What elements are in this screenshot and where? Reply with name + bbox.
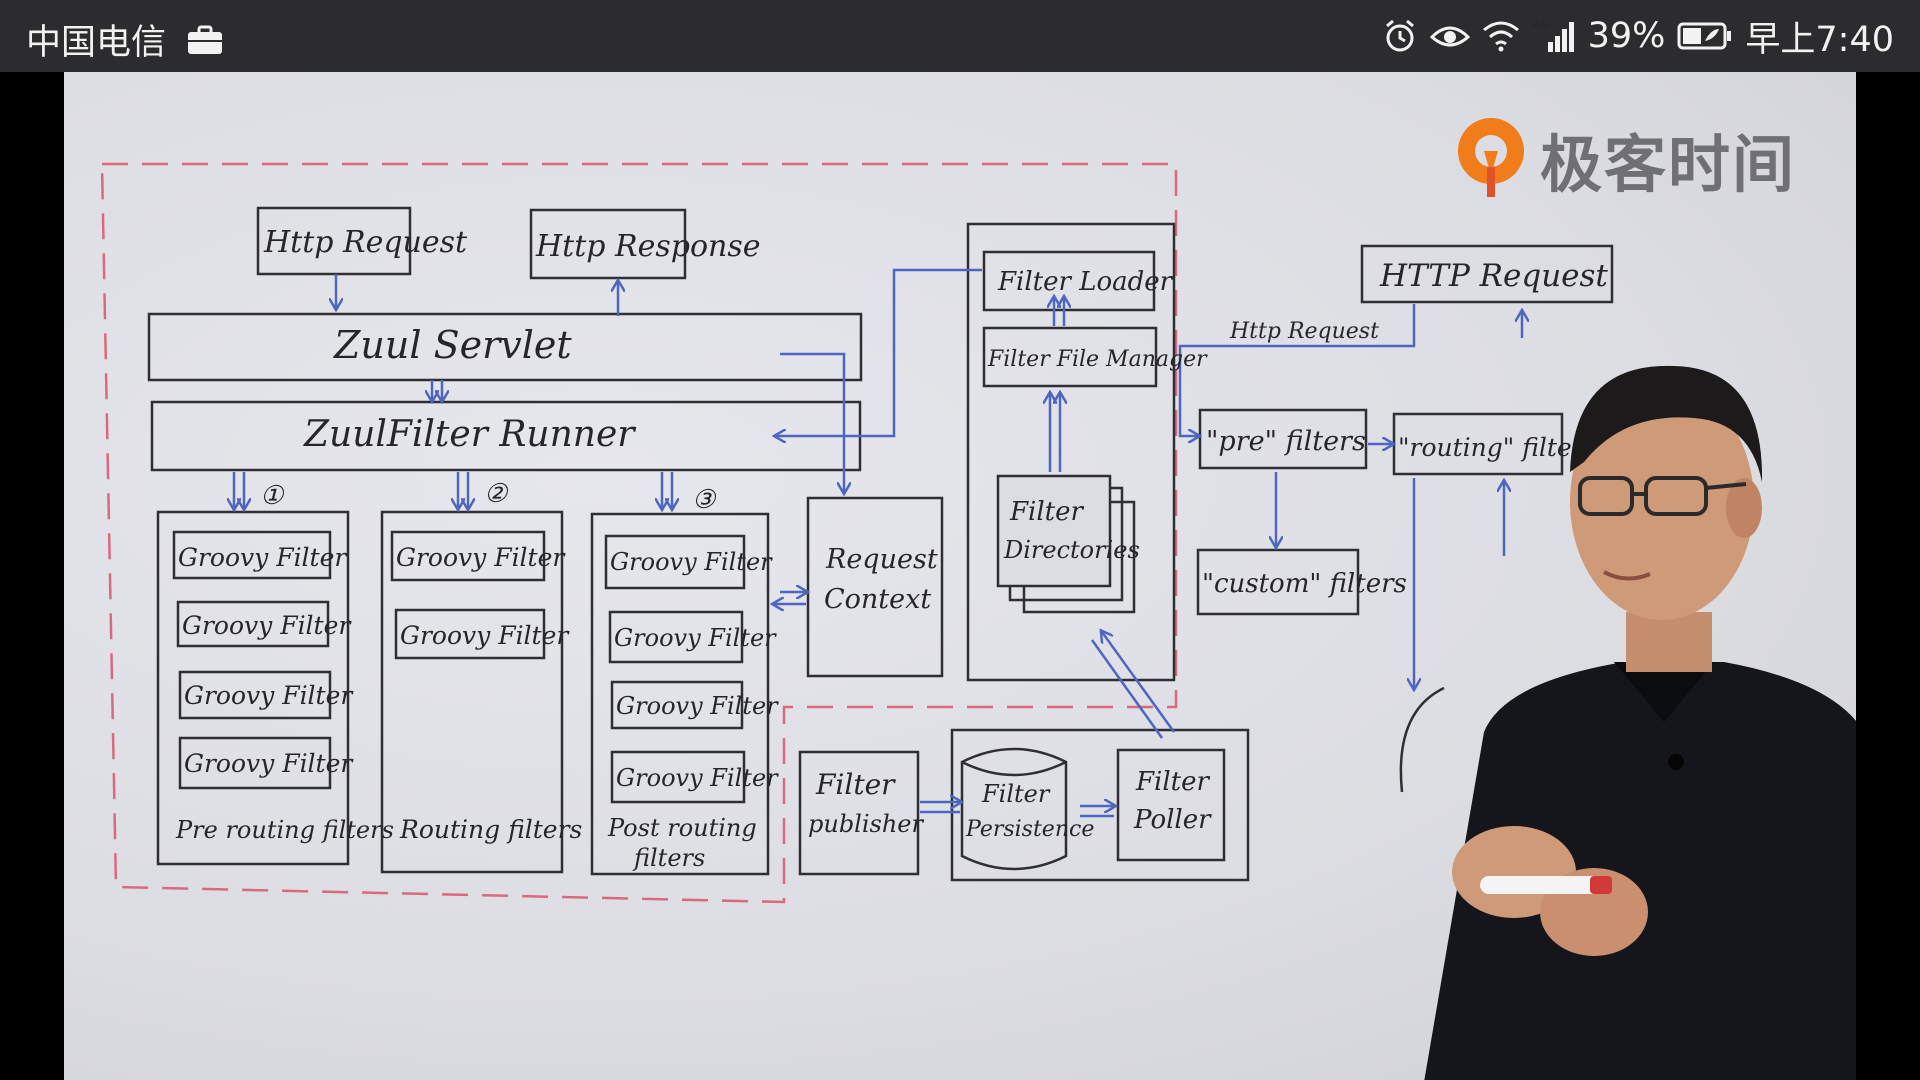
groovy-filter-text: Groovy Filter: [614, 624, 777, 652]
step-2-label: ②: [484, 479, 509, 509]
zuul-servlet-text: Zuul Servlet: [333, 323, 572, 367]
video-frame[interactable]: 极客时间 Http Request Http Response Zuul Ser…: [64, 72, 1856, 1080]
routing-filters-label: Routing filters: [399, 815, 582, 844]
groovy-filter-text: Groovy Filter: [610, 548, 773, 576]
filter-persistence-db: [960, 747, 1068, 871]
status-icons: 4G 39% 早上7:40: [1382, 12, 1894, 60]
http-request-flow-label: Http Request: [1229, 319, 1379, 344]
http-request-text: Http Request: [263, 225, 468, 260]
filter-persistence-text-1: Filter: [981, 780, 1051, 808]
post-routing-filters-label-1: Post routing: [607, 814, 757, 842]
post-routing-filters-label-2: filters: [632, 844, 705, 872]
filter-directories-text-2: Directories: [1003, 536, 1140, 564]
filter-poller-text-2: Poller: [1133, 805, 1212, 835]
pre-routing-filters-label: Pre routing filters: [175, 816, 394, 844]
network-type: 4G: [1532, 18, 1549, 32]
battery-icon: [1677, 21, 1733, 51]
filter-loader-text: Filter Loader: [997, 267, 1174, 297]
zuul-filter-runner-text: ZuulFilter Runner: [303, 414, 636, 455]
groovy-filter-text: Groovy Filter: [178, 543, 348, 572]
groovy-filter-text: Groovy Filter: [184, 681, 354, 710]
briefcase-icon: [187, 24, 223, 64]
filter-poller-text-1: Filter: [1135, 767, 1211, 797]
filter-directories-box: [996, 474, 1112, 588]
http-response-text: Http Response: [535, 229, 761, 264]
pre-filters-text: "pre" filters: [1206, 426, 1366, 457]
request-context-text-2: Context: [824, 584, 931, 615]
filter-file-manager-text: Filter File Manager: [987, 347, 1208, 372]
presenter-figure: [1424, 365, 1856, 1080]
groovy-filter-text: Groovy Filter: [184, 749, 354, 778]
filter-publisher-text-2: publisher: [808, 810, 925, 838]
request-context-text-1: Request: [825, 544, 938, 575]
groovy-filter-text: Groovy Filter: [616, 692, 779, 720]
status-bar: 中国电信 4G 39% 早上7:40: [0, 0, 1920, 72]
step-3-label: ③: [692, 485, 717, 515]
alarm-icon: [1382, 18, 1418, 54]
carrier-label: 中国电信: [26, 14, 223, 65]
filter-persistence-text-2: Persistence: [965, 817, 1094, 842]
step-1-label: ①: [260, 481, 285, 511]
signal-icon: 4G: [1532, 18, 1576, 54]
carrier-name: 中国电信: [26, 23, 167, 63]
filter-directories-text-1: Filter: [1009, 497, 1085, 527]
wifi-icon: [1482, 20, 1520, 52]
groovy-filter-text: Groovy Filter: [400, 621, 570, 650]
filter-publisher-text-1: Filter: [815, 768, 896, 801]
clock-time: 早上7:40: [1745, 19, 1894, 60]
groovy-filter-text: Groovy Filter: [396, 543, 566, 572]
eye-comfort-icon: [1429, 21, 1470, 51]
groovy-filter-text: Groovy Filter: [182, 611, 352, 640]
groovy-filter-text: Groovy Filter: [616, 764, 779, 792]
battery-percent: 39%: [1587, 16, 1666, 56]
